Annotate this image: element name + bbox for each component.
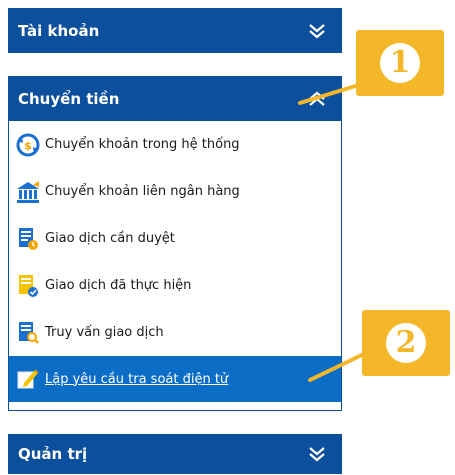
menu-item-transaction-search[interactable]: Truy vấn giao dịch bbox=[9, 309, 341, 356]
edit-request-icon bbox=[15, 366, 41, 392]
callout-2-number: 2 bbox=[386, 323, 426, 363]
menu-item-label: Giao dịch cần duyệt bbox=[45, 231, 175, 246]
internal-transfer-icon: $ bbox=[15, 132, 41, 158]
accounts-panel-header[interactable]: Tài khoản bbox=[8, 8, 342, 53]
menu-item-internal-transfer[interactable]: $ Chuyển khoản trong hệ thống bbox=[9, 121, 341, 168]
admin-panel-header[interactable]: Quản trị bbox=[8, 434, 342, 474]
menu-item-label: Lập yêu cầu tra soát điện tử bbox=[45, 371, 229, 387]
menu-item-dispute-request[interactable]: Lập yêu cầu tra soát điện tử bbox=[9, 356, 341, 402]
menu-item-label: Chuyển khoản trong hệ thống bbox=[45, 137, 240, 152]
menu-item-label: Truy vấn giao dịch bbox=[45, 325, 164, 340]
transfer-panel-header[interactable]: Chuyển tiền bbox=[8, 76, 342, 121]
callout-1-number: 1 bbox=[380, 43, 420, 83]
menu-item-label: Chuyển khoản liên ngân hàng bbox=[45, 184, 240, 199]
admin-panel-title: Quản trị bbox=[18, 445, 88, 463]
menu-item-pending-approval[interactable]: Giao dịch cần duyệt bbox=[9, 215, 341, 262]
completed-transaction-icon bbox=[15, 273, 41, 299]
pending-approval-icon bbox=[15, 226, 41, 252]
double-chevron-up-icon[interactable] bbox=[306, 88, 328, 110]
transaction-search-icon bbox=[15, 320, 41, 346]
callout-1: 1 bbox=[356, 30, 444, 96]
bank-icon bbox=[15, 179, 41, 205]
accounts-panel-title: Tài khoản bbox=[18, 21, 100, 40]
menu-item-completed-transactions[interactable]: Giao dịch đã thực hiện bbox=[9, 262, 341, 309]
double-chevron-down-icon[interactable] bbox=[306, 443, 328, 465]
menu-item-label: Giao dịch đã thực hiện bbox=[45, 278, 192, 293]
double-chevron-down-icon[interactable] bbox=[306, 20, 328, 42]
transfer-panel-title: Chuyển tiền bbox=[18, 89, 120, 108]
transfer-menu: $ Chuyển khoản trong hệ thống Chuyển kho… bbox=[8, 121, 342, 411]
svg-text:$: $ bbox=[24, 139, 32, 152]
menu-item-interbank-transfer[interactable]: Chuyển khoản liên ngân hàng bbox=[9, 168, 341, 215]
callout-2: 2 bbox=[362, 310, 450, 376]
